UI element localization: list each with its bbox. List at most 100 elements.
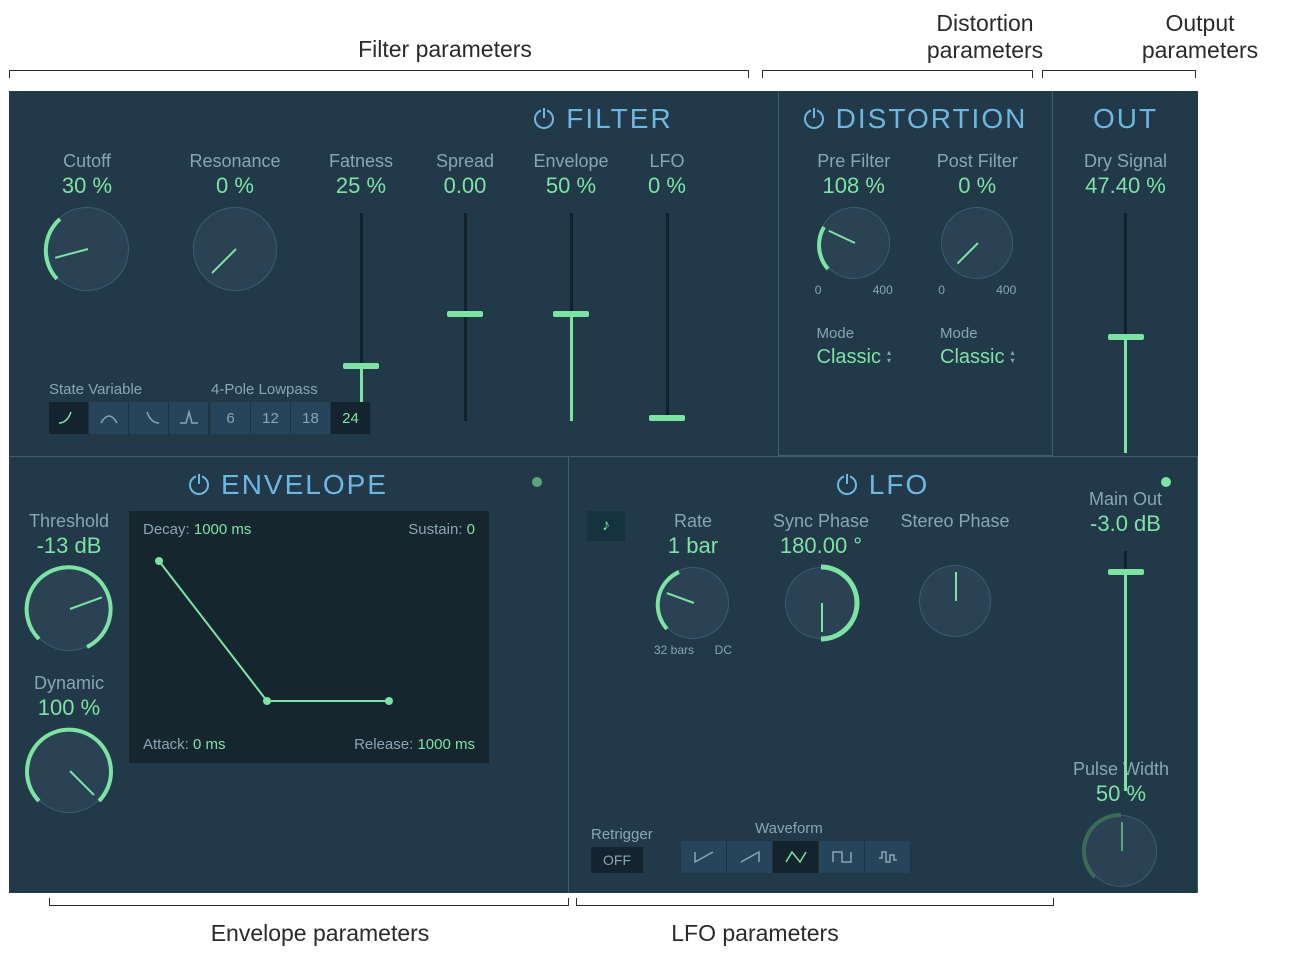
sustain-value: 0 [467,521,475,538]
post-value: 0 % [958,173,996,199]
pre-hi: 400 [873,283,893,297]
pre-label: Pre Filter [817,151,890,173]
spread-label: Spread [436,151,494,173]
pole-24-button[interactable]: 24 [331,402,371,434]
fatness-value: 25 % [336,173,386,199]
sv-highpass-button[interactable] [129,402,169,434]
cutoff-knob[interactable] [45,207,129,291]
envelope-amt-slider[interactable] [570,213,573,421]
rate-value: 1 bar [668,533,718,559]
pre-mode-label: Mode [817,325,891,342]
anno-filter: Filter parameters [300,36,590,63]
retrigger-button[interactable]: OFF [591,847,643,873]
anno-distortion: Distortion parameters [895,10,1075,64]
post-lo: 0 [938,283,945,297]
rate-scale-lo: 32 bars [654,643,694,657]
out-title: OUT [1093,103,1158,135]
sv-type-buttons [49,402,209,434]
stereo-phase-label: Stereo Phase [900,511,1009,533]
lfo-amt-label: LFO [649,151,684,173]
sync-phase-knob[interactable] [785,567,857,639]
decay-value: 1000 ms [194,521,252,538]
spread-value: 0.00 [444,173,487,199]
distortion-section: DISTORTION Pre Filter 108 % 0400 Mode Cl… [778,91,1053,456]
pre-mode-select[interactable]: Classic▴▾ [817,346,891,369]
waveform-label: Waveform [755,820,911,837]
main-label: Main Out [1089,489,1162,511]
pole-buttons: 6 12 18 24 [211,402,371,434]
cutoff-value: 30 % [62,173,112,199]
pole-18-button[interactable]: 18 [291,402,331,434]
random-icon[interactable] [865,841,911,873]
sync-phase-label: Sync Phase [773,511,869,533]
anno-line-distortion [762,70,1033,78]
out-section: OUT Dry Signal 47.40 % Main Out -3.0 dB [1053,91,1198,893]
resonance-label: Resonance [189,151,280,173]
post-mode-select[interactable]: Classic▴▾ [940,346,1014,369]
anno-line-filter [9,70,749,78]
dynamic-knob[interactable] [27,729,111,813]
sv-label: State Variable [49,381,209,398]
resonance-value: 0 % [216,173,254,199]
sustain-label: Sustain: [408,521,462,538]
anno-line-output [1042,70,1196,78]
distortion-title: DISTORTION [836,103,1028,135]
post-mode-label: Mode [940,325,1014,342]
led-icon [532,477,542,487]
rate-scale-hi: DC [715,643,732,657]
fatness-label: Fatness [329,151,393,173]
pre-lo: 0 [815,283,822,297]
release-label: Release: [354,736,413,753]
decay-label: Decay: [143,521,190,538]
rate-knob[interactable] [657,567,729,639]
spread-slider[interactable] [464,213,467,421]
main-value: -3.0 dB [1090,511,1161,537]
sv-notch-button[interactable] [169,402,209,434]
power-icon[interactable] [534,109,554,129]
post-knob[interactable] [941,207,1013,279]
main-slider[interactable] [1124,551,1127,791]
triangle-icon[interactable] [773,841,819,873]
pole-12-button[interactable]: 12 [251,402,291,434]
stereo-phase-knob[interactable] [919,565,991,637]
envelope-section: ENVELOPE Threshold -13 dB [9,457,569,893]
anno-envelope: Envelope parameters [170,920,470,947]
sv-bandpass-button[interactable] [89,402,129,434]
dry-label: Dry Signal [1084,151,1167,173]
threshold-knob[interactable] [27,567,111,651]
threshold-value: -13 dB [37,533,102,559]
resonance-knob[interactable] [193,207,277,291]
saw-down-icon[interactable] [681,841,727,873]
power-icon[interactable] [837,475,857,495]
threshold-label: Threshold [29,511,109,533]
pre-knob[interactable] [818,207,890,279]
post-hi: 400 [996,283,1016,297]
envelope-amt-label: Envelope [533,151,608,173]
dynamic-label: Dynamic [34,673,104,695]
power-icon[interactable] [804,109,824,129]
cutoff-label: Cutoff [63,151,111,173]
anno-line-lfo [576,898,1054,906]
dry-value: 47.40 % [1085,173,1166,199]
anno-lfo: LFO parameters [630,920,880,947]
envelope-display[interactable]: Decay: 1000 ms Sustain: 0 Attack: 0 ms [129,511,489,763]
envelope-title: ENVELOPE [221,469,388,501]
saw-up-icon[interactable] [727,841,773,873]
pole-label: 4-Pole Lowpass [211,381,371,398]
lfo-amt-slider[interactable] [666,213,669,421]
rate-label: Rate [674,511,712,533]
retrigger-label: Retrigger [591,826,653,843]
sync-button[interactable]: ♪ [587,511,625,541]
envelope-amt-value: 50 % [546,173,596,199]
pole-6-button[interactable]: 6 [211,402,251,434]
sv-lowpass-button[interactable] [49,402,89,434]
power-icon[interactable] [189,475,209,495]
dry-slider[interactable] [1124,213,1127,453]
plugin-panel: FILTER Cutoff 30 % Resonance [9,91,1198,893]
attack-value: 0 ms [193,736,226,753]
waveform-buttons [681,841,911,873]
lfo-title: LFO [869,469,929,501]
square-icon[interactable] [819,841,865,873]
lfo-amt-value: 0 % [648,173,686,199]
anno-output: Output parameters [1110,10,1290,64]
